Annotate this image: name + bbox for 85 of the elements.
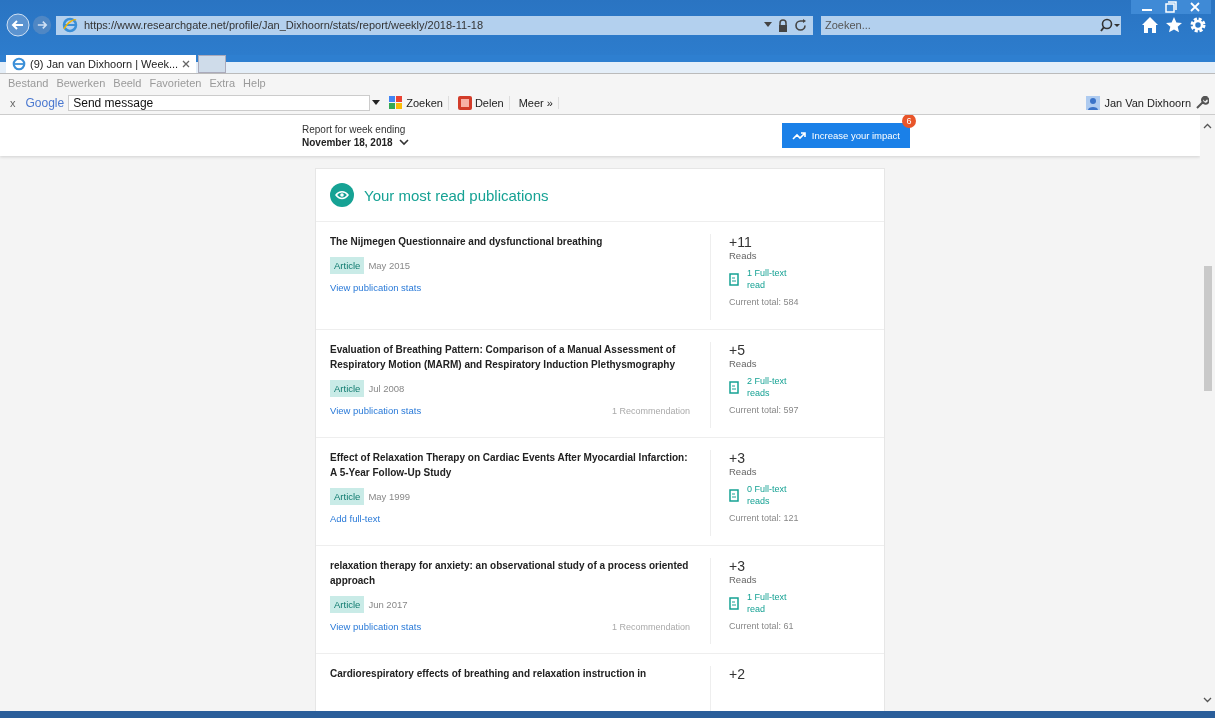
toolbar-logo: Google [25,96,65,110]
chevron-down-icon[interactable] [398,138,409,146]
wrench-icon[interactable] [1195,96,1209,110]
publication-date: Jul 2008 [368,383,405,394]
browser-tab[interactable]: (9) Jan van Dixhoorn | Week... [6,55,197,73]
publication-title[interactable]: Effect of Relaxation Therapy on Cardiac Events After Myocardial Infarction: A 5-Year Follow-Up Study [330,450,690,480]
search-icon[interactable] [1099,18,1121,32]
reads-label: Reads [729,358,757,369]
reads-label: Reads [729,466,757,477]
settings-icon[interactable] [1189,16,1207,34]
squares-icon [389,96,404,110]
dropdown-caret-icon[interactable] [764,22,772,28]
home-icon[interactable] [1141,16,1159,34]
document-icon [729,380,739,394]
increase-impact-button[interactable]: Increase your impact [781,123,910,148]
browser-logo-icon [62,17,78,33]
toolbar-button[interactable]: Delen [452,96,510,110]
eye-icon [330,183,354,207]
document-icon [729,596,739,610]
report-label: Report for week ending [302,123,407,135]
menu-item[interactable]: Bestand [8,77,49,89]
toolbar-button[interactable]: Meer » [513,97,559,109]
browser-logo-icon [12,57,26,71]
refresh-icon[interactable] [794,18,807,32]
publication-date: May 2015 [368,260,411,271]
reads-label: Reads [729,250,757,261]
menu-item[interactable]: Help [243,77,266,89]
close-icon[interactable] [1189,1,1201,13]
publication-link[interactable]: View publication stats [330,621,422,632]
reads-count: +3 [729,558,745,574]
publication-date: Jun 2017 [368,599,408,610]
card-title: Your most read publications [364,186,549,204]
scrollbar-thumb[interactable] [1203,265,1212,391]
forward-icon[interactable] [32,15,52,35]
menu-item[interactable]: Bewerken [56,77,106,89]
menu-item[interactable]: Favorieten [149,77,202,89]
dropdown-caret-icon[interactable] [372,100,381,106]
current-total: Current total: 597 [729,405,799,415]
publication-date: May 1999 [368,491,411,502]
publication-title[interactable]: Evaluation of Breathing Pattern: Comparison of a Manual Assessment of Respiratory Motion (MARM) and Respiratory Induction Plethysmography [330,342,690,372]
publication-type-tag: Article [330,380,365,397]
menu-item[interactable]: Beeld [113,77,142,89]
current-total: Current total: 61 [729,621,794,631]
current-total: Current total: 121 [729,513,799,523]
restore-icon[interactable] [1165,1,1177,13]
back-icon[interactable] [6,13,30,37]
publication-type-tag: Article [330,257,365,274]
toolbar-button[interactable]: Zoeken [384,96,449,110]
toolbar-search-field[interactable]: Send message [68,95,371,111]
reads-count: +2 [729,666,745,682]
star-icon[interactable] [1165,16,1183,34]
full-text-reads[interactable]: 2 Full-text reads [747,375,799,399]
scroll-down-icon[interactable] [1203,697,1212,703]
publication-title[interactable]: relaxation therapy for anxiety: an observational study of a process oriented approach [330,558,690,588]
recommendation-count: 1 Recommendation [611,405,690,416]
menu-item[interactable]: Extra [209,77,236,89]
reads-count: +5 [729,342,745,358]
trend-up-icon [791,131,806,140]
address-field[interactable]: https://www.researchgate.net/profile/Jan_Dixhoorn/stats/report/weekly/2018-11-18 [56,15,813,35]
share-icon [457,96,472,110]
publication-link[interactable]: Add full-text [330,513,381,524]
lock-icon [778,18,788,32]
document-icon [729,488,739,502]
publication-link[interactable]: View publication stats [330,405,422,416]
reads-label: Reads [729,574,757,585]
publication-type-tag: Article [330,596,365,613]
document-icon [729,272,739,286]
reads-count: +11 [729,234,752,250]
publication-link[interactable]: View publication stats [330,282,422,293]
reads-count: +3 [729,450,745,466]
full-text-reads[interactable]: 0 Full-text reads [747,483,799,507]
notification-badge: 6 [902,115,916,128]
recommendation-count: 1 Recommendation [611,621,690,632]
full-text-reads[interactable]: 1 Full-text read [747,591,799,615]
full-text-reads[interactable]: 1 Full-text read [747,267,799,291]
scroll-up-icon[interactable] [1203,123,1212,129]
week-selector[interactable]: November 18, 2018 [302,136,393,148]
close-toolbar-button[interactable]: x [10,97,16,109]
user-icon [1086,96,1101,110]
publication-title[interactable]: The Nijmegen Questionnaire and dysfunctional breathing [330,234,690,249]
current-total: Current total: 584 [729,297,799,307]
publication-title[interactable]: Cardiorespiratory effects of breathing and relaxation instruction in [330,666,690,681]
publication-type-tag: Article [330,488,365,505]
toolbar-user-name[interactable]: Jan Van Dixhoorn [1104,97,1191,109]
close-tab-icon[interactable] [182,60,191,68]
